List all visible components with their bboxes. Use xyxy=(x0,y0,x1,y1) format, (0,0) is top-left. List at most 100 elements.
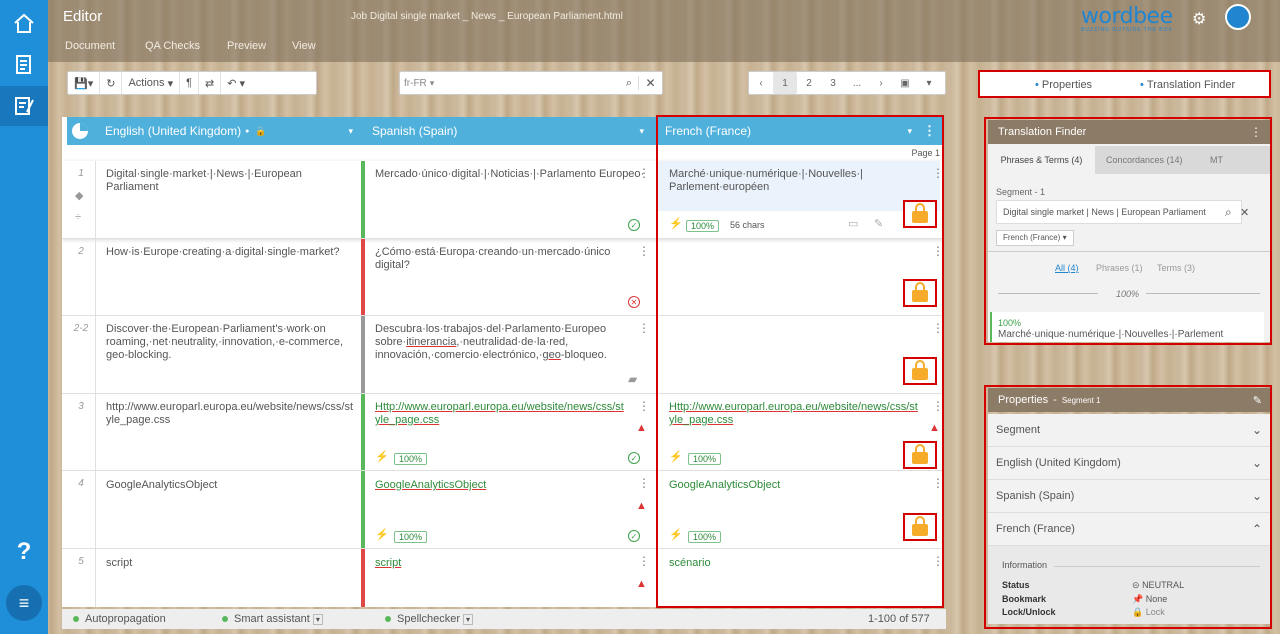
actions-label: Actions xyxy=(128,77,165,89)
kebab-menu-icon[interactable]: ⋮ xyxy=(638,166,650,180)
page-1[interactable]: 1 xyxy=(773,72,797,94)
comment-icon[interactable]: ▰ xyxy=(628,372,637,386)
warning-icon: ▲ xyxy=(636,578,647,590)
source-text[interactable]: http://www.europarl.europa.eu/website/ne… xyxy=(106,401,356,427)
row-number: 2 xyxy=(78,246,84,257)
source-text[interactable]: Digital·single·market·|·News·|·European … xyxy=(106,168,356,194)
logo-tagline: BUZZING OUTSIDE THE BOX xyxy=(1081,27,1173,33)
nav-view[interactable]: View xyxy=(292,40,316,52)
status-stripe-green xyxy=(361,394,365,470)
clear-filter-icon[interactable]: ✕ xyxy=(638,76,662,90)
chevron-down-icon[interactable]: ▾ xyxy=(463,614,474,625)
error-icon: ✕ xyxy=(628,296,640,308)
nav-qa-checks[interactable]: QA Checks xyxy=(145,40,200,52)
spellcheck-word[interactable]: geo xyxy=(543,349,561,361)
smart-assistant-label: Smart assistant xyxy=(234,613,310,625)
wordbee-logo: wordbee BUZZING OUTSIDE THE BOX xyxy=(1081,4,1177,34)
page-3[interactable]: 3 xyxy=(821,72,845,94)
prev-page-icon[interactable]: ‹ xyxy=(749,72,773,94)
source-text[interactable]: GoogleAnalyticsObject xyxy=(106,479,356,492)
status-stripe-red xyxy=(361,549,365,607)
tag-icon[interactable]: ◆ xyxy=(75,189,83,202)
pie-chart-icon[interactable] xyxy=(71,117,95,145)
gear-icon[interactable]: ⚙ xyxy=(1192,9,1206,29)
status-stripe-gray xyxy=(361,316,365,393)
autopropagation-label: Autopropagation xyxy=(85,613,166,625)
spanish-text[interactable]: Mercado·único·digital·|·Noticias·|·Parla… xyxy=(375,168,645,181)
search-icon[interactable]: ⌕ xyxy=(626,77,632,90)
language-filter-value: fr-FR xyxy=(404,77,427,89)
spellcheck-word[interactable]: itinerancia xyxy=(406,336,456,348)
row-number: 2-2 xyxy=(73,323,89,334)
segment-range: 1-100 of 577 xyxy=(868,613,930,625)
pagination-menu-icon[interactable]: ▾ xyxy=(917,72,941,94)
undo-icon[interactable]: ↶ ▾ xyxy=(221,72,251,94)
status-stripe-green xyxy=(361,161,365,238)
help-icon[interactable]: ? xyxy=(0,532,48,572)
translation-finder-highlight xyxy=(984,117,1272,345)
language-filter[interactable]: fr-FR ▾ ⌕ ✕ xyxy=(399,71,663,95)
spanish-text[interactable]: GoogleAnalyticsObject xyxy=(375,479,645,492)
pilcrow-button[interactable]: ¶ xyxy=(180,72,200,94)
save-icon[interactable]: 💾▾ xyxy=(68,72,101,94)
spanish-text[interactable]: Http://www.europarl.europa.eu/website/ne… xyxy=(375,401,627,427)
spanish-column-title: Spanish (Spain) xyxy=(372,124,458,138)
page-ellipsis: ... xyxy=(852,77,862,89)
row-number: 5 xyxy=(78,556,84,567)
home-icon[interactable] xyxy=(0,4,48,44)
chevron-down-icon[interactable]: ▾ xyxy=(348,126,353,137)
menu-icon[interactable]: ≡ xyxy=(6,585,42,621)
match-badge: 100% xyxy=(394,531,428,543)
kebab-menu-icon[interactable]: ⋮ xyxy=(638,476,650,490)
nav-document[interactable]: Document xyxy=(65,40,115,52)
replace-icon[interactable]: ⇄ xyxy=(199,72,222,94)
match-badge: 100% xyxy=(394,453,428,465)
source-text[interactable]: script xyxy=(106,557,356,570)
bolt-icon: ⚡ xyxy=(375,451,389,463)
source-text[interactable]: Discover·the·European·Parliament's·work·… xyxy=(106,323,356,362)
bolt-icon: ⚡ xyxy=(375,529,389,541)
goto-page-icon[interactable]: ▣ xyxy=(893,72,917,94)
page-2[interactable]: 2 xyxy=(797,72,821,94)
source-lock-icon: 🔒 xyxy=(255,125,267,136)
kebab-menu-icon[interactable]: ⋮ xyxy=(638,321,650,335)
check-icon: ✓ xyxy=(628,452,640,464)
spanish-column-header[interactable]: Spanish (Spain) ▾ xyxy=(372,117,648,145)
row-number: 3 xyxy=(78,401,84,412)
autopropagation-toggle[interactable]: Autopropagation xyxy=(73,613,166,625)
spanish-text[interactable]: Descubra·los·trabajos·del·Parlamento·Eur… xyxy=(375,323,645,362)
row-divider xyxy=(95,394,96,470)
split-icon[interactable]: ÷ xyxy=(75,211,81,223)
chevron-down-icon[interactable]: ▾ xyxy=(639,126,644,137)
editor-icon[interactable] xyxy=(0,86,48,126)
pagination: ‹ 1 2 3 ... › ▣ ▾ xyxy=(748,71,946,95)
left-rail: ? ≡ xyxy=(0,0,48,634)
source-column-header[interactable]: English (United Kingdom) ● 🔒 ▾ xyxy=(105,117,357,145)
row-number: 4 xyxy=(78,478,84,489)
source-text[interactable]: How·is·Europe·creating·a·digital·single·… xyxy=(106,246,356,259)
kebab-menu-icon[interactable]: ⋮ xyxy=(638,399,650,413)
spanish-text[interactable]: ¿Cómo·está·Europa·creando·un·mercado·úni… xyxy=(375,246,645,272)
side-panel-tabs: • Properties • Translation Finder xyxy=(978,70,1271,98)
actions-button[interactable]: Actions ▾ xyxy=(122,72,181,94)
spanish-text[interactable]: script xyxy=(375,557,645,570)
next-page-icon[interactable]: › xyxy=(869,72,893,94)
chevron-down-icon: ▾ xyxy=(429,77,435,88)
source-dot-icon: ● xyxy=(245,127,250,135)
documents-icon[interactable] xyxy=(0,45,48,85)
smart-assistant-toggle[interactable]: Smart assistant ▾ xyxy=(222,613,323,625)
refresh-icon[interactable]: ↻ xyxy=(100,72,123,94)
top-bar: Editor Job Digital single market _ News … xyxy=(48,0,1280,62)
translation-finder-tab[interactable]: • Translation Finder xyxy=(1140,79,1235,91)
properties-tab[interactable]: • Properties xyxy=(1035,79,1092,91)
check-icon: ✓ xyxy=(628,219,640,231)
chevron-down-icon[interactable]: ▾ xyxy=(312,614,323,625)
status-stripe-red xyxy=(361,239,365,315)
properties-tab-label: Properties xyxy=(1041,79,1093,91)
nav-preview[interactable]: Preview xyxy=(227,40,266,52)
kebab-menu-icon[interactable]: ⋮ xyxy=(638,554,650,568)
avatar[interactable] xyxy=(1225,4,1251,30)
editor-toolbar: 💾▾ ↻ Actions ▾ ¶ ⇄ ↶ ▾ xyxy=(67,71,317,95)
spellchecker-toggle[interactable]: Spellchecker ▾ xyxy=(385,613,474,625)
kebab-menu-icon[interactable]: ⋮ xyxy=(638,244,650,258)
